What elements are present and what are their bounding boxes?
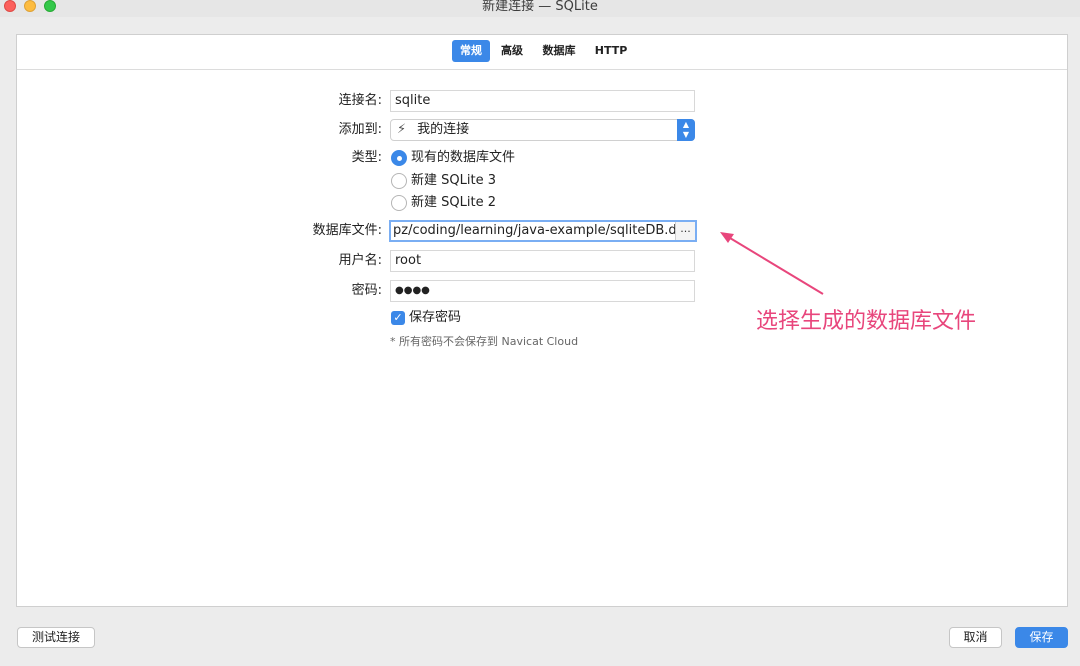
add-to-select[interactable]: ⚡ 我的连接 ▲ ▼ <box>390 119 695 141</box>
tab-general[interactable]: 常规 <box>452 40 490 62</box>
browse-file-button[interactable]: ... <box>675 222 695 240</box>
annotation-text: 选择生成的数据库文件 <box>756 309 977 334</box>
radio-new-sqlite3[interactable]: 新建 SQLite 3 <box>391 171 591 191</box>
title-bar: 新建连接 — SQLite <box>0 0 1080 17</box>
radio-checked-icon <box>391 150 407 166</box>
radio-new-sqlite3-label: 新建 SQLite 3 <box>411 173 496 188</box>
radio-new-sqlite2-label: 新建 SQLite 2 <box>411 195 496 210</box>
connection-panel: 常规 高级 数据库 HTTP 连接名: sqlite 添加到: ⚡ 我的连接 ▲… <box>16 34 1068 607</box>
radio-unchecked-icon <box>391 195 407 211</box>
connection-name-input[interactable]: sqlite <box>390 90 695 112</box>
save-button[interactable]: 保存 <box>1015 627 1068 648</box>
username-input[interactable]: root <box>390 250 695 272</box>
username-label: 用户名: <box>338 253 382 268</box>
save-password-checkbox[interactable]: ✓ <box>391 311 405 325</box>
connection-name-label: 连接名: <box>338 93 382 108</box>
db-file-input[interactable]: pz/coding/learning/java-example/sqliteDB… <box>389 220 697 242</box>
save-password-label: 保存密码 <box>409 310 462 325</box>
add-to-label: 添加到: <box>338 122 382 137</box>
type-label: 类型: <box>351 150 382 165</box>
plug-icon: ⚡ <box>397 122 407 137</box>
window-title: 新建连接 — SQLite <box>482 0 598 14</box>
test-connection-button[interactable]: 测试连接 <box>17 627 95 648</box>
add-to-value: 我的连接 <box>417 122 470 137</box>
updown-chevron-icon: ▲ ▼ <box>677 119 695 141</box>
radio-existing-db-file[interactable]: 现有的数据库文件 <box>391 148 591 168</box>
db-file-label: 数据库文件: <box>312 223 382 238</box>
radio-existing-db-file-label: 现有的数据库文件 <box>411 150 516 165</box>
tab-bar: 常规 高级 数据库 HTTP <box>17 35 1067 70</box>
radio-unchecked-icon <box>391 173 407 189</box>
password-label: 密码: <box>351 283 382 298</box>
radio-new-sqlite2[interactable]: 新建 SQLite 2 <box>391 193 591 213</box>
tab-http[interactable]: HTTP <box>591 40 631 62</box>
cancel-button[interactable]: 取消 <box>949 627 1002 648</box>
db-file-path: pz/coding/learning/java-example/sqliteDB… <box>393 223 685 238</box>
tab-advanced[interactable]: 高级 <box>497 40 527 62</box>
annotation-arrow <box>720 232 824 295</box>
password-note: * 所有密码不会保存到 Navicat Cloud <box>390 335 579 348</box>
tab-database[interactable]: 数据库 <box>539 40 579 62</box>
password-input[interactable]: ●●●● <box>390 280 695 302</box>
